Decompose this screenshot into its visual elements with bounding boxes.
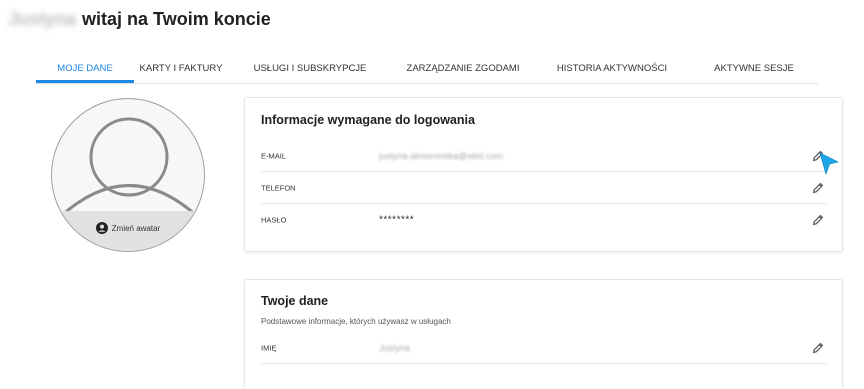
personal-data-title: Twoje dane [261,294,329,308]
password-label: HASŁO [261,215,287,225]
phone-label: TELEFON [261,183,296,192]
login-info-card: Informacje wymagane do logowania E-MAIL … [244,97,843,252]
user-circle-icon [95,222,108,234]
personal-data-subtitle: Podstawowe informacje, których używasz w… [261,317,451,326]
tab-karty-i-faktury[interactable]: KARTY I FAKTURY [134,58,228,83]
login-info-title: Informacje wymagane do logowania [261,113,475,127]
first-name-label: IMIĘ [261,343,277,352]
edit-password-pencil-icon[interactable] [811,213,825,227]
mouse-pointer-icon [819,152,839,175]
personal-data-card: Twoje dane Podstawowe informacje, któryc… [244,279,843,389]
email-row: E-MAIL justyna.akowronska@wbd.com [261,140,827,172]
tab-uslugi-i-subskrypcje[interactable]: USŁUGI I SUBSKRYPCJE [228,58,392,83]
email-value: justyna.akowronska@wbd.com [379,150,504,161]
avatar: Zmień awatar [51,98,205,252]
email-label: E-MAIL [261,151,287,160]
edit-first-name-pencil-icon[interactable] [811,341,825,355]
change-avatar-button[interactable]: Zmień awatar [52,211,204,251]
phone-row: TELEFON [261,172,827,204]
tab-moje-dane[interactable]: MOJE DANE [36,58,134,83]
user-name: Justyna [8,8,77,29]
page-title: witaj na Twoim koncie [82,8,271,29]
tab-historia-aktywnosci[interactable]: HISTORIA AKTYWNOŚCI [534,58,690,83]
change-avatar-label: Zmień awatar [111,223,161,233]
first-name-value: Justyna [379,342,411,353]
tab-bar: MOJE DANE KARTY I FAKTURY USŁUGI I SUBSK… [36,58,818,84]
greeting: Justyna witaj na Twoim koncie [8,8,271,30]
first-name-row: IMIĘ Justyna [261,332,827,364]
tab-aktywne-sesje[interactable]: AKTYWNE SESJE [690,58,818,83]
tab-zarzadzanie-zgodami[interactable]: ZARZĄDZANIE ZGODAMI [392,58,534,83]
password-value: ******** [379,214,415,226]
edit-phone-pencil-icon[interactable] [811,181,825,195]
password-row: HASŁO ******** [261,204,827,236]
